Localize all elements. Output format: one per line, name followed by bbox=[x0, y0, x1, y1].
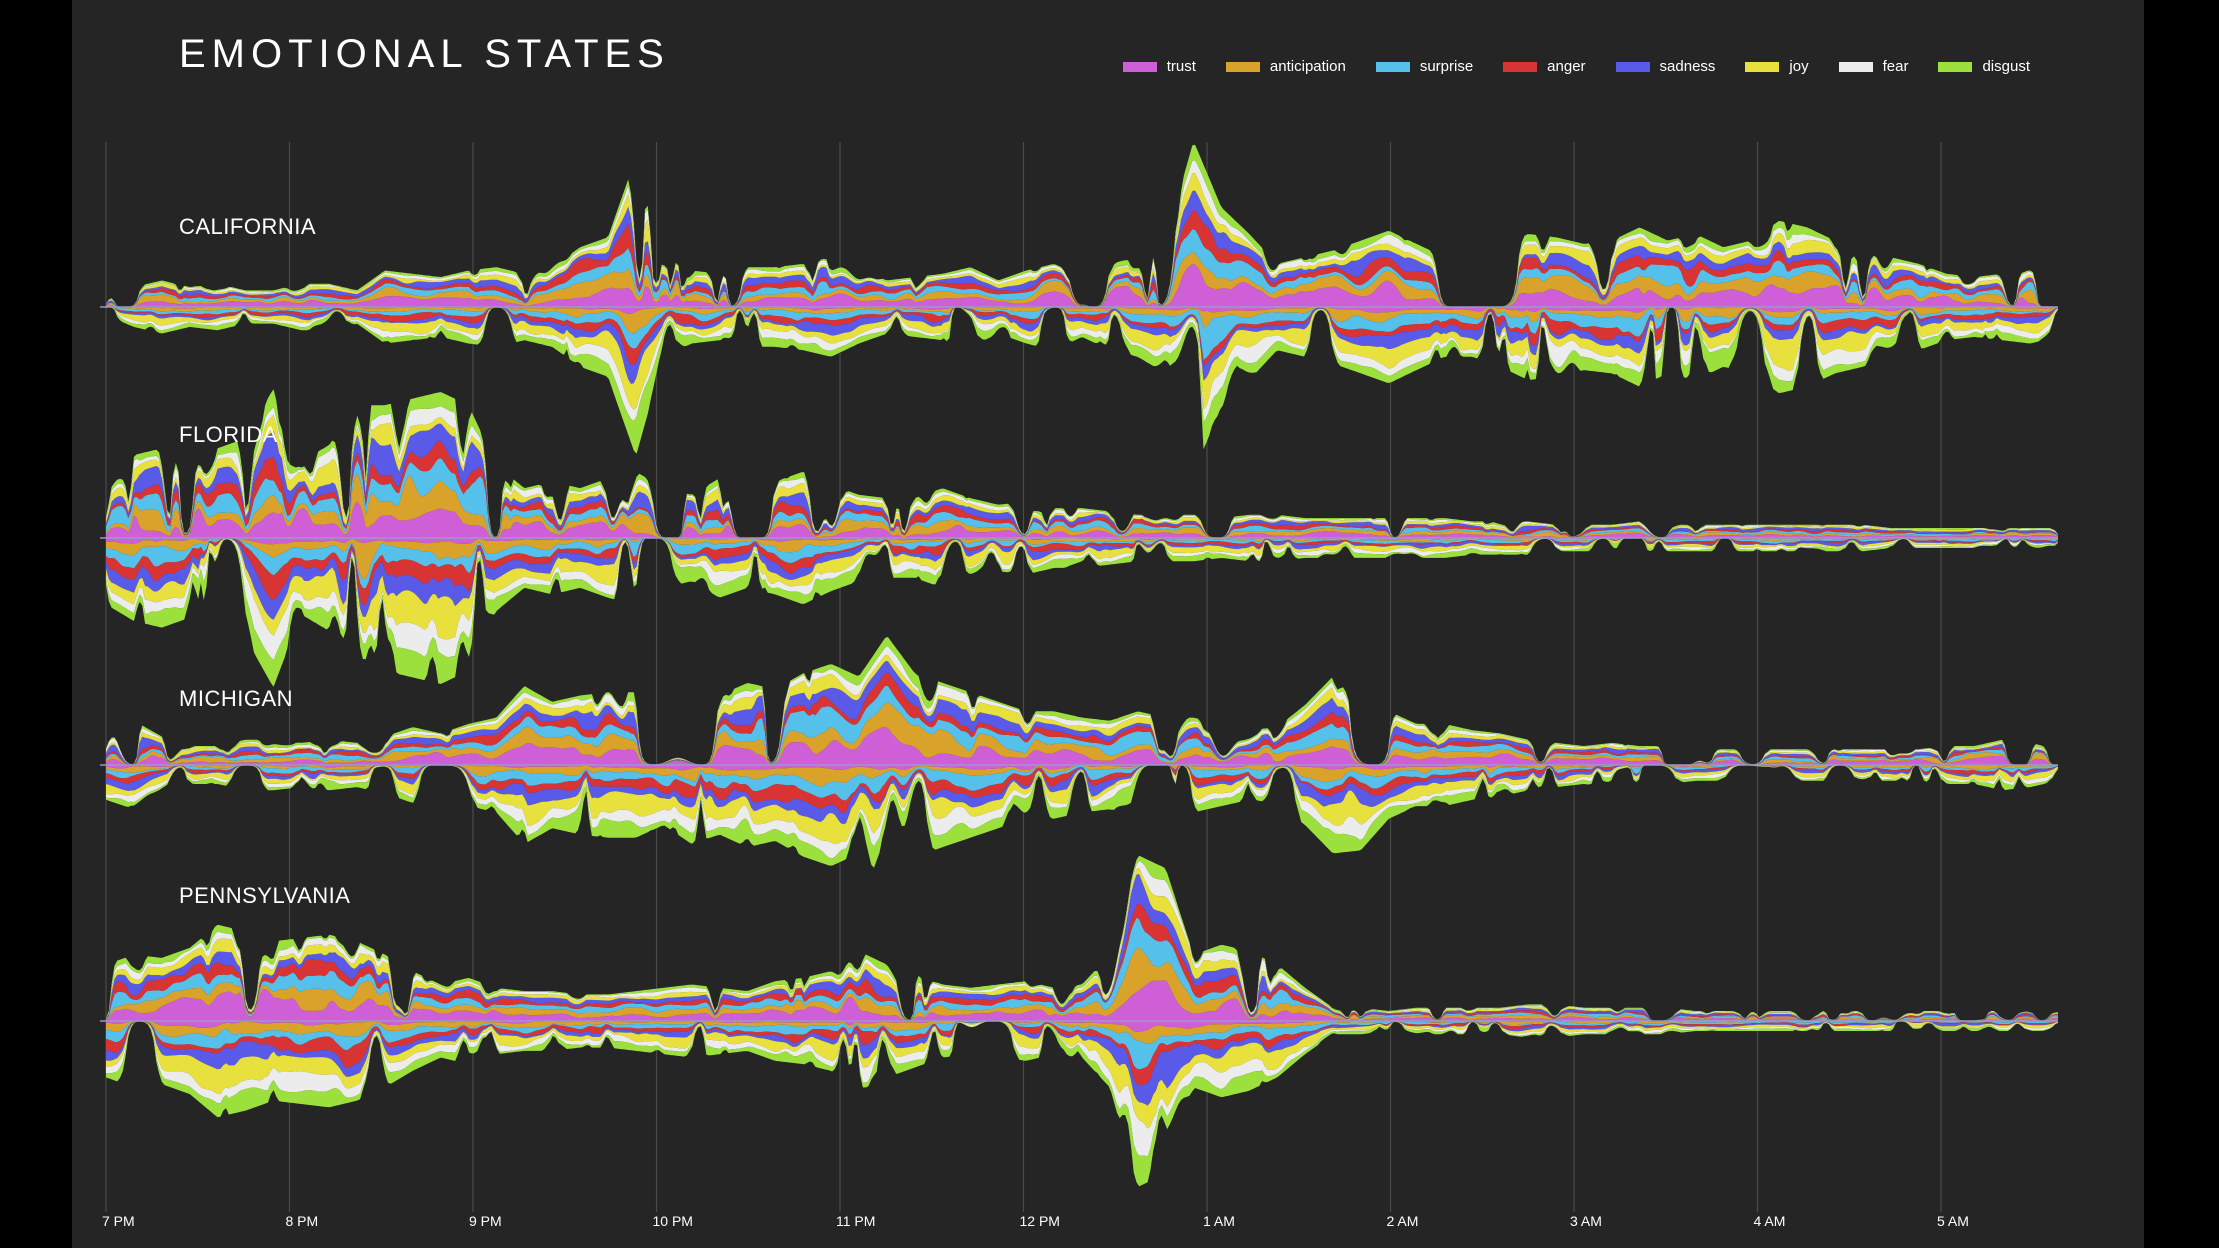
streamgraph-canvas bbox=[100, 142, 2058, 1212]
legend-label-fear: fear bbox=[1882, 58, 1909, 75]
legend-label-disgust: disgust bbox=[1982, 58, 2030, 75]
x-tick-label: 4 AM bbox=[1753, 1213, 1786, 1229]
x-tick-label: 5 AM bbox=[1937, 1213, 1969, 1229]
legend-label-trust: trust bbox=[1166, 58, 1196, 75]
legend-swatch-sadness bbox=[1615, 61, 1650, 72]
legend-swatch-anger bbox=[1503, 61, 1538, 72]
region-label: CALIFORNIA bbox=[179, 214, 317, 239]
legend-label-surprise: surprise bbox=[1419, 58, 1474, 75]
legend-label-joy: joy bbox=[1789, 58, 1809, 75]
stream-california bbox=[100, 144, 2058, 454]
legend-item-anger: anger bbox=[1503, 58, 1586, 75]
legend-swatch-anticipation bbox=[1225, 61, 1260, 72]
stream-layer-surprise bbox=[106, 917, 2058, 1021]
legend-swatch-joy bbox=[1745, 61, 1780, 72]
region-label: FLORIDA bbox=[179, 422, 278, 447]
stream-michigan bbox=[100, 637, 2058, 868]
legend-item-surprise: surprise bbox=[1375, 58, 1474, 75]
legend-swatch-surprise bbox=[1375, 61, 1410, 72]
x-tick-label: 12 PM bbox=[1019, 1213, 1060, 1229]
chart-panel: EMOTIONAL STATES trust anticipation surpri… bbox=[72, 0, 2144, 1248]
stream-florida bbox=[100, 389, 2058, 687]
legend-label-anticipation: anticipation bbox=[1269, 58, 1346, 75]
x-tick-label: 7 PM bbox=[102, 1213, 135, 1229]
region-label: PENNSYLVANIA bbox=[179, 883, 351, 908]
x-tick-label: 3 AM bbox=[1570, 1213, 1602, 1229]
legend-label-anger: anger bbox=[1547, 58, 1586, 75]
legend-item-sadness: sadness bbox=[1615, 58, 1716, 75]
legend-swatch-trust bbox=[1122, 61, 1157, 72]
x-tick-label: 1 AM bbox=[1203, 1213, 1235, 1229]
legend-item-anticipation: anticipation bbox=[1225, 58, 1346, 75]
legend-item-joy: joy bbox=[1745, 58, 1809, 75]
legend: trust anticipation surprise anger sadness joy… bbox=[1122, 58, 2030, 75]
region-label: MICHIGAN bbox=[179, 686, 293, 711]
legend-swatch-fear bbox=[1838, 61, 1873, 72]
legend-item-disgust: disgust bbox=[1938, 58, 2030, 75]
chart-title: EMOTIONAL STATES bbox=[179, 32, 670, 76]
legend-swatch-disgust bbox=[1938, 61, 1973, 72]
x-tick-label: 11 PM bbox=[836, 1213, 876, 1229]
x-tick-label: 2 AM bbox=[1386, 1213, 1419, 1229]
x-tick-label: 8 PM bbox=[285, 1213, 319, 1229]
x-tick-label: 9 PM bbox=[469, 1213, 502, 1229]
x-tick-label: 10 PM bbox=[652, 1213, 693, 1229]
legend-item-fear: fear bbox=[1838, 58, 1909, 75]
legend-item-trust: trust bbox=[1122, 58, 1196, 75]
legend-label-sadness: sadness bbox=[1659, 58, 1716, 75]
stream-pennsylvania bbox=[100, 855, 2058, 1187]
